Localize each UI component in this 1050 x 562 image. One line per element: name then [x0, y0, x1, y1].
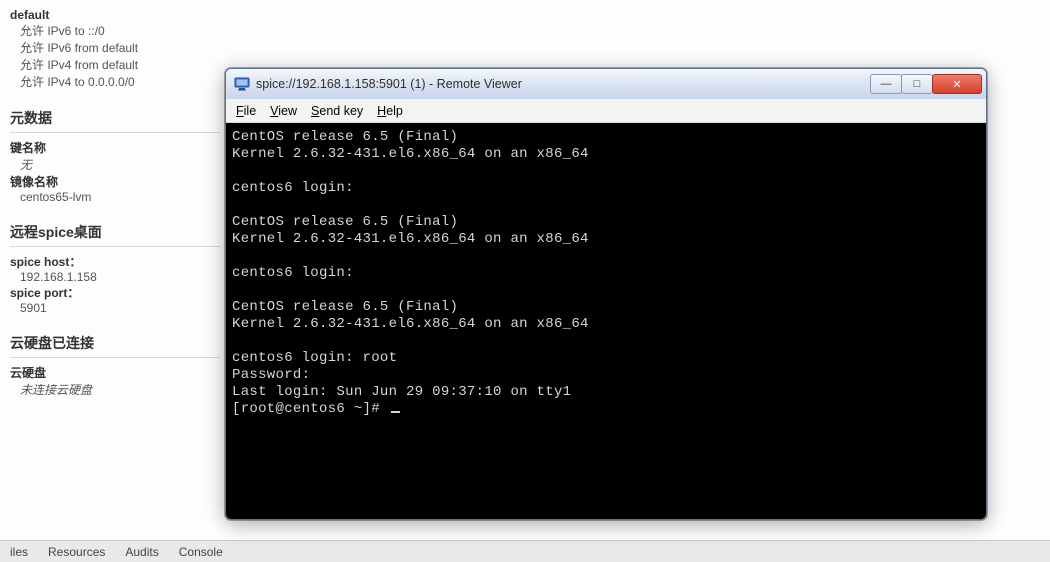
- metadata-heading: 元数据: [10, 108, 220, 133]
- devtools-tab[interactable]: Resources: [38, 542, 115, 562]
- window-buttons: — □ ✕: [871, 74, 982, 94]
- devtools-tab[interactable]: Audits: [115, 542, 168, 562]
- spice-heading: 远程spice桌面: [10, 222, 220, 247]
- maximize-button[interactable]: □: [901, 74, 933, 94]
- remote-viewer-window[interactable]: spice://192.168.1.158:5901 (1) - Remote …: [225, 68, 987, 520]
- close-button[interactable]: ✕: [932, 74, 982, 94]
- titlebar[interactable]: spice://192.168.1.158:5901 (1) - Remote …: [226, 69, 986, 99]
- volumes-heading: 云硬盘已连接: [10, 333, 220, 358]
- firewall-rule: 允许 IPv6 from default: [20, 39, 1050, 56]
- menu-file[interactable]: File: [236, 104, 256, 118]
- menu-sendkey[interactable]: Send key: [311, 104, 363, 118]
- devtools-tab[interactable]: Console: [169, 542, 233, 562]
- terminal-cursor: [391, 411, 400, 413]
- firewall-rule: 允许 IPv6 to ::/0: [20, 22, 1050, 39]
- devtools-tabs: iles Resources Audits Console: [0, 540, 1050, 562]
- devtools-tab[interactable]: iles: [0, 542, 38, 562]
- menu-view[interactable]: View: [270, 104, 297, 118]
- terminal[interactable]: CentOS release 6.5 (Final) Kernel 2.6.32…: [226, 123, 986, 519]
- window-title: spice://192.168.1.158:5901 (1) - Remote …: [256, 77, 871, 91]
- minimize-button[interactable]: —: [870, 74, 902, 94]
- firewall-title: default: [10, 8, 1050, 22]
- monitor-icon: [234, 76, 250, 92]
- menu-help[interactable]: Help: [377, 104, 403, 118]
- menubar: File View Send key Help: [226, 99, 986, 123]
